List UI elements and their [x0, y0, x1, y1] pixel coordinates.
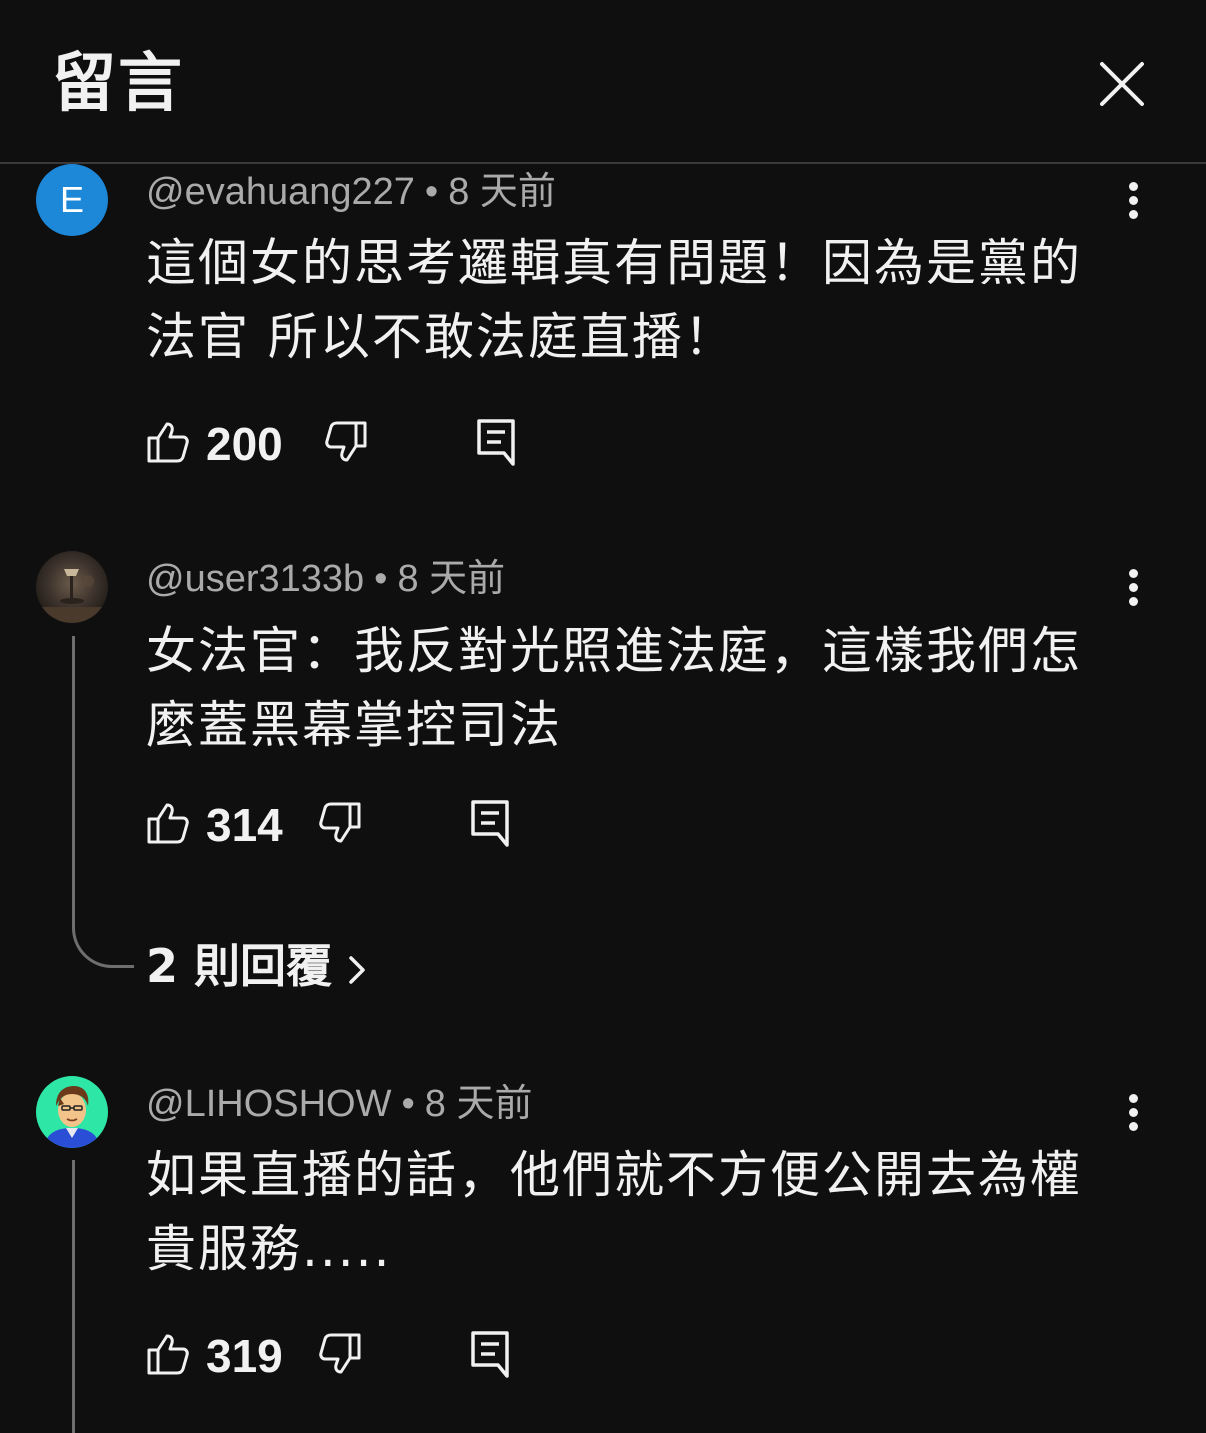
view-replies-button[interactable]: 2 則回覆 [146, 936, 368, 996]
thumb-down-icon [325, 421, 367, 462]
comments-header: 留言 [0, 0, 1206, 164]
comment-time: 8 天前 [448, 171, 556, 213]
comment-time: 8 天前 [424, 1083, 533, 1125]
avatar[interactable]: E [36, 164, 108, 236]
more-vert-icon-dot [1129, 210, 1138, 219]
thumb-down-icon [319, 1333, 361, 1374]
thumb-up-icon [147, 1334, 189, 1375]
author-name[interactable]: @LIHOSHOW [146, 1083, 391, 1125]
thread-line [72, 636, 75, 928]
reply-comment-icon [471, 1331, 509, 1378]
more-vert-icon [1129, 569, 1138, 578]
reply-comment-icon [477, 419, 515, 466]
more-vert-icon [1129, 1094, 1138, 1103]
like-button[interactable] [146, 801, 190, 845]
thumb-up-icon [147, 422, 189, 463]
close-icon [1100, 62, 1144, 106]
like-count: 200 [206, 418, 283, 470]
more-options-button[interactable] [1114, 559, 1154, 615]
like-button[interactable] [146, 420, 190, 464]
page-title: 留言 [52, 47, 184, 121]
lamp-photo-avatar-icon [36, 551, 108, 623]
author-name[interactable]: @evahuang227 [146, 171, 415, 213]
like-button[interactable] [146, 1332, 190, 1376]
comment-time: 8 天前 [397, 558, 506, 600]
cartoon-face-avatar-icon [36, 1076, 108, 1148]
reply-button[interactable] [470, 1330, 510, 1378]
avatar[interactable] [36, 1076, 108, 1148]
replies-label: 2 則回覆 [146, 939, 333, 993]
comment-meta: @LIHOSHOW • 8 天前 [146, 1080, 533, 1128]
reply-button[interactable] [476, 418, 516, 466]
thumb-up-icon [147, 803, 189, 844]
meta-separator: • [401, 1083, 415, 1125]
thread-curve [72, 928, 134, 968]
dislike-button[interactable] [318, 801, 362, 845]
more-options-button[interactable] [1114, 1084, 1154, 1140]
comment-text: 如果直播的話，他們就不方便公開去為權貴服務..... [146, 1146, 1082, 1278]
dislike-button[interactable] [324, 420, 368, 464]
like-count: 314 [206, 799, 283, 851]
comment-text: 女法官：我反對光照進法庭，這樣我們怎麼蓋黑幕掌控司法 [146, 622, 1082, 754]
thumb-down-icon [319, 802, 361, 843]
avatar[interactable] [36, 551, 108, 623]
author-name[interactable]: @user3133b [146, 558, 364, 600]
reply-comment-icon [471, 800, 509, 847]
more-vert-icon-dot [1129, 196, 1138, 205]
comment-meta: @user3133b • 8 天前 [146, 555, 505, 603]
close-button[interactable] [1090, 52, 1154, 116]
thread-line [72, 1160, 75, 1433]
more-vert-icon-dot [1129, 583, 1138, 592]
more-vert-icon-dot [1129, 1108, 1138, 1117]
more-options-button[interactable] [1114, 172, 1154, 228]
more-vert-icon-dot [1129, 597, 1138, 606]
meta-separator: • [374, 558, 388, 600]
like-count: 319 [206, 1330, 283, 1382]
more-vert-icon [1129, 182, 1138, 191]
comment-meta: @evahuang227 • 8 天前 [146, 168, 556, 216]
comment-text: 這個女的思考邏輯真有問題！因為是黨的法官 所以不敢法庭直播！ [146, 234, 1082, 366]
chevron-right-icon [349, 955, 365, 984]
meta-separator: • [424, 171, 439, 213]
more-vert-icon-dot [1129, 1122, 1138, 1131]
reply-button[interactable] [470, 799, 510, 847]
dislike-button[interactable] [318, 1332, 362, 1376]
